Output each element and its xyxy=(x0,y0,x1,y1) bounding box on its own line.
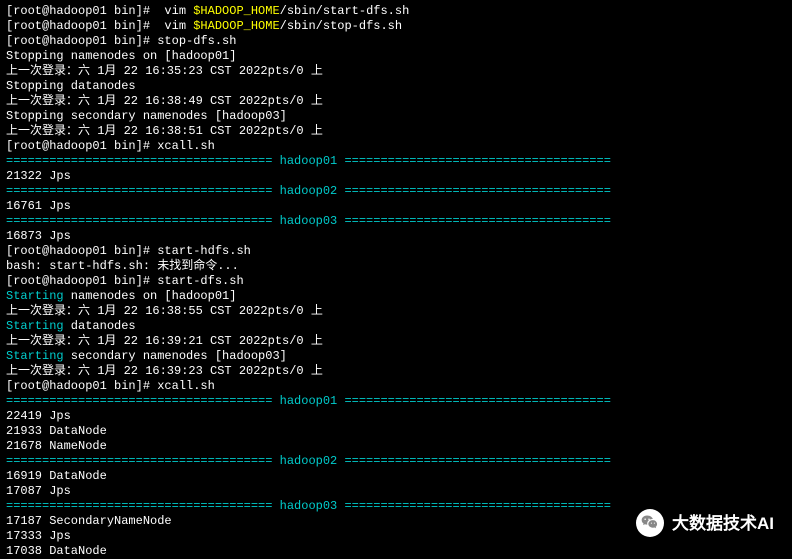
terminal-line: [root@hadoop01 bin]# start-dfs.sh xyxy=(6,274,786,289)
terminal-line: 16873 Jps xyxy=(6,229,786,244)
terminal-segment: 17038 DataNode xyxy=(6,544,107,558)
terminal-line: ===================================== ha… xyxy=(6,154,786,169)
terminal-line: Stopping secondary namenodes [hadoop03] xyxy=(6,109,786,124)
terminal-line: bash: start-hdfs.sh: 未找到命令... xyxy=(6,259,786,274)
terminal-segment: ===================================== ha… xyxy=(6,454,611,468)
terminal-segment: 上一次登录：六 1月 22 16:38:51 CST 2022pts/0 上 xyxy=(6,124,323,138)
wechat-icon xyxy=(636,509,664,537)
terminal-segment: 上一次登录：六 1月 22 16:39:21 CST 2022pts/0 上 xyxy=(6,334,323,348)
terminal-line: ===================================== ha… xyxy=(6,454,786,469)
terminal-segment: /sbin/stop-dfs.sh xyxy=(280,19,402,33)
terminal-line: 21933 DataNode xyxy=(6,424,786,439)
terminal-line: 上一次登录：六 1月 22 16:39:21 CST 2022pts/0 上 xyxy=(6,334,786,349)
terminal-segment: [root@hadoop01 bin]# start-hdfs.sh xyxy=(6,244,251,258)
terminal-segment: [root@hadoop01 bin]# start-dfs.sh xyxy=(6,274,244,288)
terminal-line: 16761 Jps xyxy=(6,199,786,214)
terminal-line: Starting namenodes on [hadoop01] xyxy=(6,289,786,304)
terminal-segment: 22419 Jps xyxy=(6,409,71,423)
terminal-segment: [root@hadoop01 bin]# vim xyxy=(6,19,193,33)
terminal-line: 22419 Jps xyxy=(6,409,786,424)
terminal-line: ===================================== ha… xyxy=(6,214,786,229)
terminal-segment: Starting xyxy=(6,349,64,363)
terminal-segment: 16761 Jps xyxy=(6,199,71,213)
terminal-line: Stopping namenodes on [hadoop01] xyxy=(6,49,786,64)
terminal-segment: 21933 DataNode xyxy=(6,424,107,438)
terminal-segment: 上一次登录：六 1月 22 16:39:23 CST 2022pts/0 上 xyxy=(6,364,323,378)
terminal-segment: 上一次登录：六 1月 22 16:35:23 CST 2022pts/0 上 xyxy=(6,64,323,78)
terminal-segment: 16873 Jps xyxy=(6,229,71,243)
terminal-line: 17038 DataNode xyxy=(6,544,786,559)
terminal-line: [root@hadoop01 bin]# vim $HADOOP_HOME/sb… xyxy=(6,4,786,19)
terminal-segment: Stopping namenodes on [hadoop01] xyxy=(6,49,236,63)
terminal-segment: 21322 Jps xyxy=(6,169,71,183)
terminal-segment: bash: start-hdfs.sh: 未找到命令... xyxy=(6,259,239,273)
terminal-segment: secondary namenodes [hadoop03] xyxy=(64,349,287,363)
terminal-segment: [root@hadoop01 bin]# xcall.sh xyxy=(6,379,215,393)
terminal-line: 21322 Jps xyxy=(6,169,786,184)
terminal-segment: /sbin/start-dfs.sh xyxy=(280,4,410,18)
terminal-segment: Stopping secondary namenodes [hadoop03] xyxy=(6,109,287,123)
terminal-segment: $HADOOP_HOME xyxy=(193,19,279,33)
terminal-segment: $HADOOP_HOME xyxy=(193,4,279,18)
terminal-line: 16919 DataNode xyxy=(6,469,786,484)
terminal-segment: ===================================== ha… xyxy=(6,394,611,408)
watermark: 大数据技术AI xyxy=(636,509,774,537)
terminal-line: Stopping datanodes xyxy=(6,79,786,94)
terminal-segment: ===================================== ha… xyxy=(6,499,611,513)
terminal-line: [root@hadoop01 bin]# vim $HADOOP_HOME/sb… xyxy=(6,19,786,34)
terminal-segment: ===================================== ha… xyxy=(6,184,611,198)
terminal-segment: [root@hadoop01 bin]# xcall.sh xyxy=(6,139,215,153)
terminal-segment: 21678 NameNode xyxy=(6,439,107,453)
terminal-line: Starting secondary namenodes [hadoop03] xyxy=(6,349,786,364)
terminal-segment: 16919 DataNode xyxy=(6,469,107,483)
terminal-line: Starting datanodes xyxy=(6,319,786,334)
terminal-segment: 上一次登录：六 1月 22 16:38:55 CST 2022pts/0 上 xyxy=(6,304,323,318)
terminal-line: 21678 NameNode xyxy=(6,439,786,454)
terminal-line: 上一次登录：六 1月 22 16:35:23 CST 2022pts/0 上 xyxy=(6,64,786,79)
terminal-segment: 17087 Jps xyxy=(6,484,71,498)
terminal-output[interactable]: [root@hadoop01 bin]# vim $HADOOP_HOME/sb… xyxy=(6,4,786,559)
terminal-line: [root@hadoop01 bin]# start-hdfs.sh xyxy=(6,244,786,259)
watermark-text: 大数据技术AI xyxy=(672,516,774,531)
terminal-segment: 17187 SecondaryNameNode xyxy=(6,514,172,528)
terminal-segment: Starting xyxy=(6,289,64,303)
terminal-segment: Stopping datanodes xyxy=(6,79,136,93)
terminal-line: 上一次登录：六 1月 22 16:38:51 CST 2022pts/0 上 xyxy=(6,124,786,139)
terminal-segment: [root@hadoop01 bin]# stop-dfs.sh xyxy=(6,34,236,48)
terminal-line: [root@hadoop01 bin]# xcall.sh xyxy=(6,379,786,394)
terminal-segment: ===================================== ha… xyxy=(6,214,611,228)
terminal-segment: datanodes xyxy=(64,319,136,333)
terminal-segment: ===================================== ha… xyxy=(6,154,611,168)
terminal-line: 上一次登录：六 1月 22 16:38:55 CST 2022pts/0 上 xyxy=(6,304,786,319)
terminal-line: ===================================== ha… xyxy=(6,184,786,199)
terminal-line: ===================================== ha… xyxy=(6,394,786,409)
terminal-segment: namenodes on [hadoop01] xyxy=(64,289,237,303)
terminal-line: 上一次登录：六 1月 22 16:38:49 CST 2022pts/0 上 xyxy=(6,94,786,109)
terminal-segment: 17333 Jps xyxy=(6,529,71,543)
terminal-segment: 上一次登录：六 1月 22 16:38:49 CST 2022pts/0 上 xyxy=(6,94,323,108)
terminal-segment: Starting xyxy=(6,319,64,333)
terminal-line: 17087 Jps xyxy=(6,484,786,499)
terminal-segment: [root@hadoop01 bin]# vim xyxy=(6,4,193,18)
terminal-line: [root@hadoop01 bin]# stop-dfs.sh xyxy=(6,34,786,49)
terminal-line: [root@hadoop01 bin]# xcall.sh xyxy=(6,139,786,154)
terminal-line: 上一次登录：六 1月 22 16:39:23 CST 2022pts/0 上 xyxy=(6,364,786,379)
